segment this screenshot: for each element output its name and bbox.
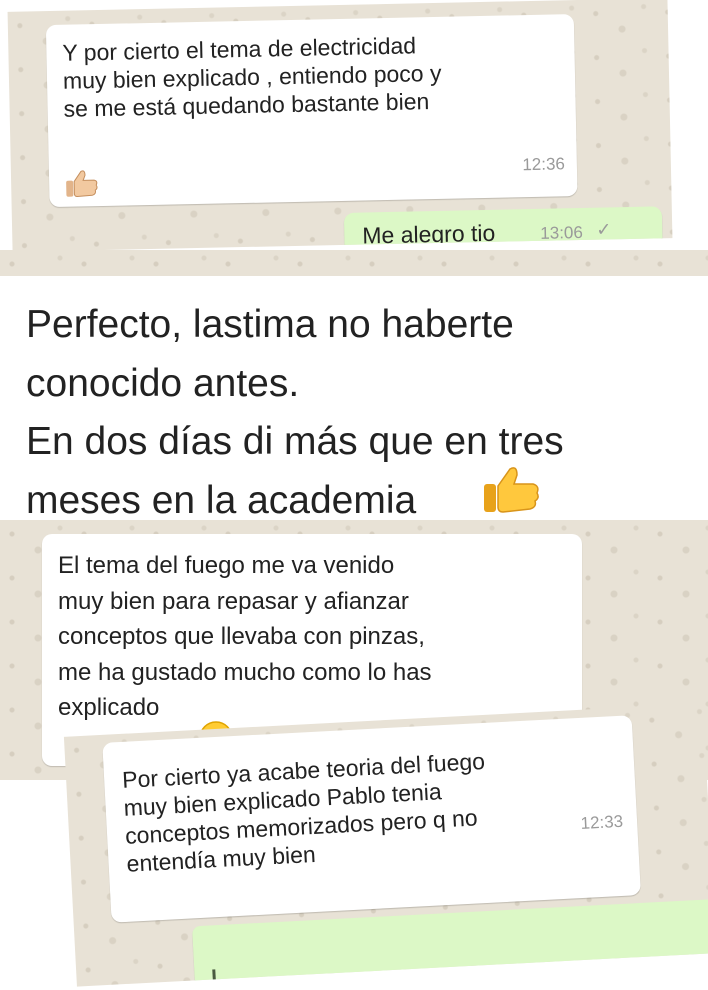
message-timestamp: 12:33 — [580, 811, 624, 833]
message-text-cut-off — [212, 969, 217, 987]
thumbs-up-icon — [482, 464, 542, 521]
message-text: Por cierto ya acabe teoria del fuego muy… — [121, 747, 486, 877]
chat-screenshot-4: Por cierto ya acabe teoria del fuego muy… — [63, 703, 708, 987]
incoming-message-bubble: Perfecto, lastima no haberte conocido an… — [0, 276, 708, 526]
message-text: El tema del fuego me va venido muy bien … — [58, 552, 432, 722]
incoming-message-bubble: Y por cierto el tema de electricidad muy… — [45, 14, 578, 208]
incoming-message-bubble: Por cierto ya acabe teoria del fuego muy… — [102, 715, 641, 923]
chat-screenshot-1: Y por cierto el tema de electricidad muy… — [7, 0, 673, 252]
message-timestamp: 13:06 — [540, 222, 584, 243]
message-text: Me alegro tio — [362, 219, 496, 249]
outgoing-message-bubble: Me alegro tio 13:06 ✓ — [343, 206, 663, 252]
chat-screenshot-2: Perfecto, lastima no haberte conocido an… — [0, 250, 708, 535]
message-text: Y por cierto el tema de electricidad muy… — [62, 32, 442, 122]
thumbs-up-icon — [65, 168, 100, 204]
message-timestamp: 12:36 — [522, 154, 566, 175]
sent-check-icon: ✓ — [596, 219, 612, 240]
